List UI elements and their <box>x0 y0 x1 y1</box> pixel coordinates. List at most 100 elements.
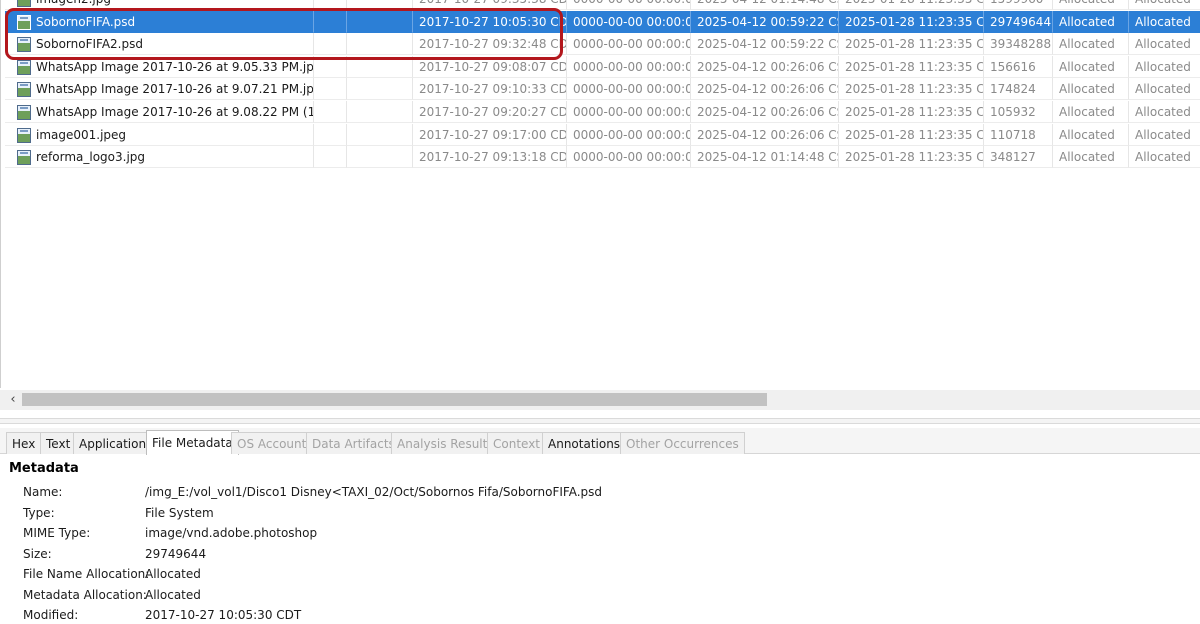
table-cell-created: 2025-01-28 11:23:35 CST <box>839 78 984 100</box>
table-cell-alloc1: Allocated <box>1053 146 1129 168</box>
tab-data-artifacts: Data Artifacts <box>306 432 401 454</box>
table-cell-text: 2017-10-27 09:32:48 CDT <box>419 37 567 51</box>
table-cell-c2 <box>347 78 413 100</box>
table-row[interactable]: WhatsApp Image 2017-10-26 at 9.07.21 PM.… <box>5 78 1200 100</box>
table-cell-text: Allocated <box>1059 105 1115 119</box>
table-cell-text: 0000-00-00 00:00:00 <box>573 82 691 96</box>
table-row[interactable]: WhatsApp Image 2017-10-26 at 9.05.33 PM.… <box>5 56 1200 78</box>
table-cell-text: 2025-01-28 11:23:35 CST <box>845 37 984 51</box>
metadata-key: MIME Type: <box>23 526 91 540</box>
table-cell-modified: 2017-10-27 09:08:07 CDT <box>413 56 567 78</box>
image-file-icon <box>17 105 31 120</box>
table-cell-text: 1599960 <box>990 0 1043 6</box>
table-cell-text: 2025-01-28 11:23:35 CST <box>845 82 984 96</box>
table-cell-c1 <box>314 11 347 33</box>
table-cell-text: 2017-10-27 09:17:00 CDT <box>419 128 567 142</box>
table-cell-text: 2025-04-12 00:26:06 CST <box>697 105 839 119</box>
table-cell-text: WhatsApp Image 2017-10-26 at 9.07.21 PM.… <box>36 82 314 96</box>
image-file-icon <box>17 15 31 30</box>
image-file-icon <box>17 60 31 75</box>
table-cell-alloc2: Allocated <box>1129 78 1200 100</box>
table-row[interactable]: SobornoFIFA2.psd 2017-10-27 09:32:48 CDT 0… <box>5 33 1200 55</box>
table-cell-text: 2025-04-12 00:26:06 CST <box>697 128 839 142</box>
scroll-thumb[interactable] <box>22 393 767 406</box>
tab-annotations[interactable]: Annotations <box>542 432 627 454</box>
table-cell-text: Allocated <box>1135 105 1191 119</box>
metadata-value: File System <box>145 505 214 520</box>
table-cell-text: 2017-10-27 09:13:18 CDT <box>419 150 567 164</box>
table-cell-c1 <box>314 101 347 123</box>
table-cell-alloc1: Allocated <box>1053 124 1129 146</box>
horizontal-scrollbar[interactable]: ‹ <box>0 390 1200 410</box>
metadata-value: image/vnd.adobe.photoshop <box>145 526 318 540</box>
table-cell-changed: 0000-00-00 00:00:00 <box>567 78 691 100</box>
table-cell-c1 <box>314 146 347 168</box>
table-cell-modified: 2017-10-27 09:17:00 CDT <box>413 124 567 146</box>
tab-application[interactable]: Application <box>73 432 153 454</box>
table-cell-created: 2025-01-28 11:23:35 CST <box>839 101 984 123</box>
table-cell-alloc1: Allocated <box>1053 101 1129 123</box>
table-cell-text: 2025-01-28 11:23:35 CST <box>845 128 984 142</box>
table-cell-text: Allocated <box>1059 82 1115 96</box>
table-cell-text: 2017-10-27 09:35:38 CDT <box>419 0 566 6</box>
table-cell-text: 2025-04-12 00:59:22 CST <box>697 15 839 29</box>
table-cell-text: Allocated <box>1059 128 1115 142</box>
table-cell-text: 2017-10-27 09:20:27 CDT <box>419 105 567 119</box>
table-cell-alloc1: Allocated <box>1053 78 1129 100</box>
table-cell-alloc1: Allocated <box>1053 11 1129 33</box>
tab-os-account: OS Account <box>231 432 313 454</box>
table-cell-text: 2025-04-12 00:26:06 CST <box>697 82 839 96</box>
table-cell-text: SobornoFIFA.psd <box>36 15 136 29</box>
table-row[interactable]: imagen2.jpg 2017-10-27 09:35:38 CDT 0000-0… <box>5 0 1200 10</box>
metadata-panel: Metadata Name: /img_E:/vol_vol1/Disco1 Di… <box>0 455 1200 624</box>
table-cell-alloc2: Allocated <box>1129 0 1200 10</box>
table-cell-text: 2025-01-28 11:23:35 CST <box>845 150 984 164</box>
table-cell-text: 2025-01-28 11:23:35 CST <box>845 60 984 74</box>
table-row[interactable]: image001.jpeg 2017-10-27 09:17:00 CDT 0000… <box>5 124 1200 146</box>
table-cell-text: 2017-10-27 09:08:07 CDT <box>419 60 567 74</box>
table-cell-text: 2025-01-28 11:23:35 CST <box>845 0 983 6</box>
metadata-value: /img_E:/vol_vol1/Disco1 Disney<TAXI_02/O… <box>145 485 603 499</box>
tab-context: Context <box>487 432 547 454</box>
table-cell-text: Allocated <box>1059 150 1115 164</box>
table-cell-alloc1: Allocated <box>1053 56 1129 78</box>
panel-divider[interactable] <box>0 418 1200 424</box>
tab-other-occurrences: Other Occurrences <box>620 432 745 454</box>
table-cell-created: 2025-01-28 11:23:35 CST <box>839 124 984 146</box>
table-row[interactable]: reforma_logo3.jpg 2017-10-27 09:13:18 CDT… <box>5 146 1200 168</box>
table-cell-text: Allocated <box>1135 60 1191 74</box>
table-cell-text: 105932 <box>990 105 1036 119</box>
table-cell-text: Allocated <box>1135 0 1191 6</box>
table-cell-text: imagen2.jpg <box>36 0 111 6</box>
table-cell-c1 <box>314 56 347 78</box>
table-cell-text: 2025-01-28 11:23:35 CST <box>845 15 984 29</box>
table-cell-text: 0000-00-00 00:00:00 <box>573 60 691 74</box>
table-cell-text: 174824 <box>990 82 1036 96</box>
table-row[interactable]: WhatsApp Image 2017-10-26 at 9.08.22 PM … <box>5 101 1200 123</box>
table-row[interactable]: SobornoFIFA.psd 2017-10-27 10:05:30 CDT 00… <box>5 11 1200 33</box>
metadata-key: Name: <box>23 485 63 499</box>
metadata-key: Metadata Allocation: <box>23 587 147 602</box>
image-file-icon <box>17 128 31 143</box>
table-cell-name: imagen2.jpg <box>5 0 314 10</box>
table-cell-c2 <box>347 0 413 10</box>
table-cell-size: 105932 <box>984 101 1053 123</box>
table-cell-alloc2: Allocated <box>1129 101 1200 123</box>
tab-text[interactable]: Text <box>40 432 77 454</box>
table-cell-c1 <box>314 78 347 100</box>
table-cell-text: 2025-04-12 00:26:06 CST <box>697 60 839 74</box>
table-cell-alloc1: Allocated <box>1053 33 1129 55</box>
tab-file-metadata[interactable]: File Metadata <box>146 430 239 455</box>
metadata-value: 29749644 <box>145 546 207 561</box>
table-cell-changed: 0000-00-00 00:00:00 <box>567 146 691 168</box>
table-cell-text: 0000-00-00 00:00:00 <box>573 105 691 119</box>
table-cell-c2 <box>347 101 413 123</box>
table-cell-text: reforma_logo3.jpg <box>36 150 146 164</box>
table-cell-alloc2: Allocated <box>1129 56 1200 78</box>
table-cell-text: 0000-00-00 00:00:00 <box>573 0 690 6</box>
tab-hex[interactable]: Hex <box>6 432 42 454</box>
table-cell-text: 2025-04-12 01:14:48 CST <box>697 150 839 164</box>
table-cell-alloc2: Allocated <box>1129 11 1200 33</box>
table-cell-text: Allocated <box>1135 82 1191 96</box>
scroll-left-icon[interactable]: ‹ <box>6 391 20 409</box>
